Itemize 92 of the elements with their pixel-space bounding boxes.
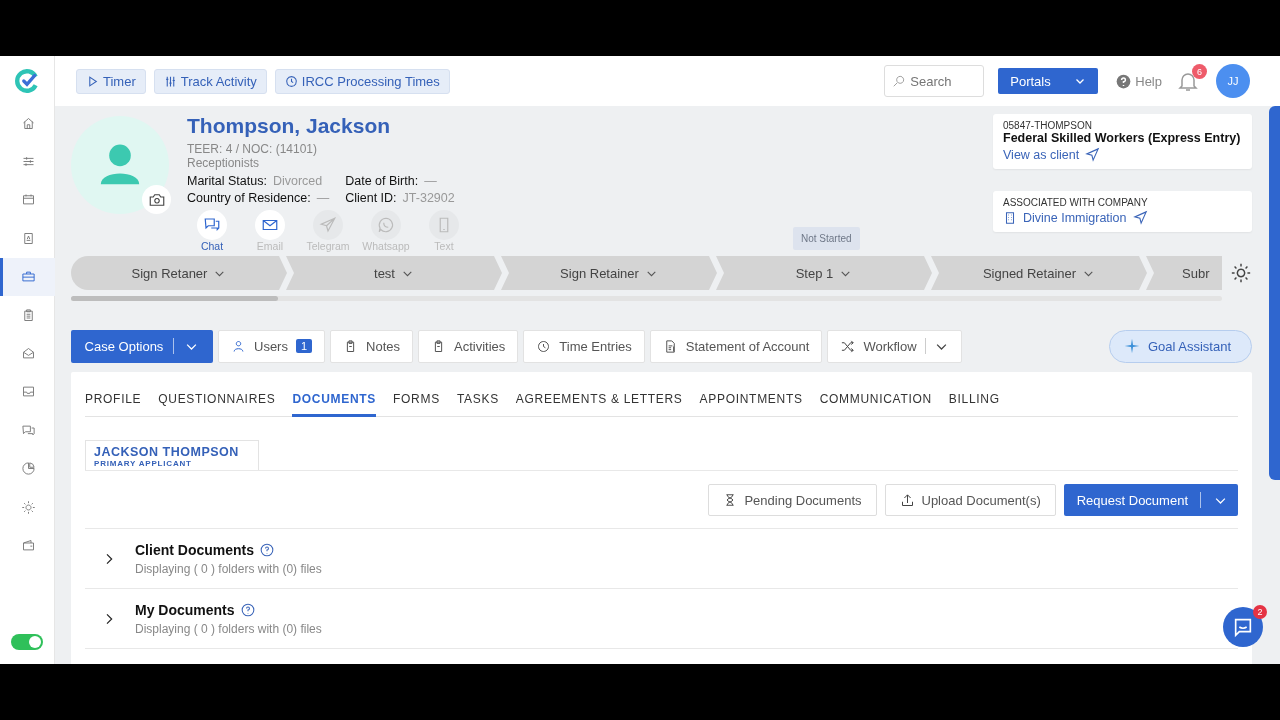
file-number: 05847-THOMPSON — [1003, 120, 1093, 131]
settings-icon[interactable] — [1230, 262, 1252, 284]
field-value: — — [424, 173, 437, 190]
toolbar-button[interactable]: Timer — [76, 68, 146, 94]
clock-icon — [536, 338, 552, 354]
card-heading: ASSOCIATED WITH COMPANY — [1003, 197, 1149, 208]
scrollbar-thumb[interactable] — [1269, 106, 1280, 480]
tab[interactable]: DOCUMENTS — [292, 392, 377, 417]
help-icon[interactable] — [260, 542, 274, 557]
case-options-button[interactable]: Case Options — [71, 329, 213, 363]
tab[interactable]: AGREEMENTS & LETTERS — [515, 392, 683, 417]
chat-icon — [1232, 616, 1254, 638]
send-icon[interactable] — [1085, 147, 1101, 162]
nav-icon — [21, 538, 36, 553]
goal-assistant-button[interactable]: Goal Assistant — [1108, 329, 1252, 363]
field-label: Marital Status: — [187, 173, 267, 190]
tab[interactable]: COMMUNICATION — [819, 392, 932, 417]
occupation: Receptionists — [187, 156, 261, 170]
tab[interactable]: QUESTIONNAIRES — [158, 392, 276, 417]
portals-dropdown[interactable]: Portals — [998, 68, 1099, 94]
paper-plane-icon — [319, 216, 337, 234]
nav-icon — [21, 192, 36, 208]
section-title: My Documents — [135, 601, 235, 618]
program-name: Federal Skilled Workers (Express Entry) — [1003, 131, 1242, 145]
company-link[interactable]: Divine Immigration — [1023, 210, 1127, 225]
stage-step[interactable]: Subr — [1146, 256, 1222, 290]
nav-icon — [21, 115, 36, 131]
toolbar-button[interactable]: IRCC Processing Times — [274, 68, 450, 94]
stage-step[interactable]: Sign Retainer — [501, 256, 717, 290]
nav-icon — [21, 384, 36, 400]
workflow-dropdown[interactable]: Workflow — [827, 329, 962, 363]
applicant-tab[interactable]: JACKSON THOMPSON PRIMARY APPLICANT — [85, 440, 259, 470]
search-field[interactable]: Search — [884, 65, 985, 97]
tab[interactable]: PROFILE — [85, 392, 142, 417]
nav-icon — [21, 346, 36, 362]
nav-icon — [21, 422, 36, 438]
stage-step[interactable]: Step 1 — [716, 256, 932, 290]
pending-documents-button[interactable]: Pending Documents — [708, 484, 877, 516]
help-icon — [1116, 73, 1132, 89]
status-tooltip: Not Started — [793, 227, 860, 250]
view-as-client-link[interactable]: View as client — [1003, 147, 1080, 162]
request-document-button[interactable]: Request Document — [1063, 484, 1238, 516]
client-name: Thompson, Jackson — [187, 114, 392, 138]
tab[interactable]: FORMS — [393, 392, 440, 417]
notification-badge: 6 — [1192, 64, 1207, 79]
notification-badge: 2 — [1253, 605, 1267, 619]
nav-icon — [21, 307, 36, 323]
field-label: Date of Birth: — [345, 173, 419, 190]
contact-channel[interactable]: Chat — [187, 210, 237, 252]
help-icon[interactable] — [240, 602, 255, 617]
toolbar-button[interactable]: Notes — [330, 329, 414, 363]
toolbar-button[interactable]: Time Entries — [523, 329, 645, 363]
building-icon — [1003, 210, 1017, 225]
field-value: Divorced — [272, 173, 323, 190]
toolbar-button[interactable]: Statement of Account — [649, 329, 823, 363]
play-icon — [86, 74, 99, 88]
field-value: — — [316, 190, 330, 207]
phone-bubble-icon — [377, 216, 395, 234]
nav-icon — [21, 230, 36, 246]
nav-icon — [21, 269, 36, 285]
toolbar-button[interactable]: Activities — [418, 329, 519, 363]
tab[interactable]: APPOINTMENTS — [699, 392, 803, 417]
user-icon — [231, 338, 246, 354]
upload-icon — [899, 492, 915, 508]
shuffle-icon — [840, 338, 856, 354]
teer-noc: TEER: 4 / NOC: (14101) — [187, 142, 319, 156]
section-summary: Displaying ( 0 ) folders with (0) files — [135, 621, 322, 636]
section-summary: Displaying ( 0 ) folders with (0) files — [135, 561, 322, 576]
field-label: Country of Residence: — [187, 190, 311, 207]
upload-documents-button[interactable]: Upload Document(s) — [884, 484, 1056, 516]
count-badge: 1 — [295, 339, 313, 353]
scrollbar-thumb[interactable] — [71, 296, 278, 301]
nav-icon — [21, 461, 36, 477]
stage-step[interactable]: Sign Retaner — [71, 256, 287, 290]
nav-icon — [21, 499, 36, 515]
clock-icon — [284, 74, 298, 88]
sidebar-item[interactable] — [0, 257, 55, 296]
tab[interactable]: TASKS — [456, 392, 499, 417]
toolbar-button[interactable]: Track Activity — [153, 68, 267, 94]
sliders-icon — [163, 74, 177, 88]
field-value: JT-32902 — [402, 190, 455, 207]
help-link[interactable]: Help — [1110, 72, 1168, 90]
logo-icon — [14, 68, 40, 94]
send-icon[interactable] — [1132, 210, 1148, 225]
toolbar-button[interactable]: Users 1 — [218, 329, 326, 363]
toggle-switch[interactable] — [11, 634, 43, 650]
camera-button[interactable] — [142, 185, 171, 214]
field-label: Client ID: — [345, 190, 397, 207]
stage-step[interactable]: Signed Retainer — [931, 256, 1147, 290]
tab[interactable]: BILLING — [948, 392, 1000, 417]
stage-step[interactable]: test — [286, 256, 502, 290]
section-title: Client Documents — [135, 541, 254, 558]
